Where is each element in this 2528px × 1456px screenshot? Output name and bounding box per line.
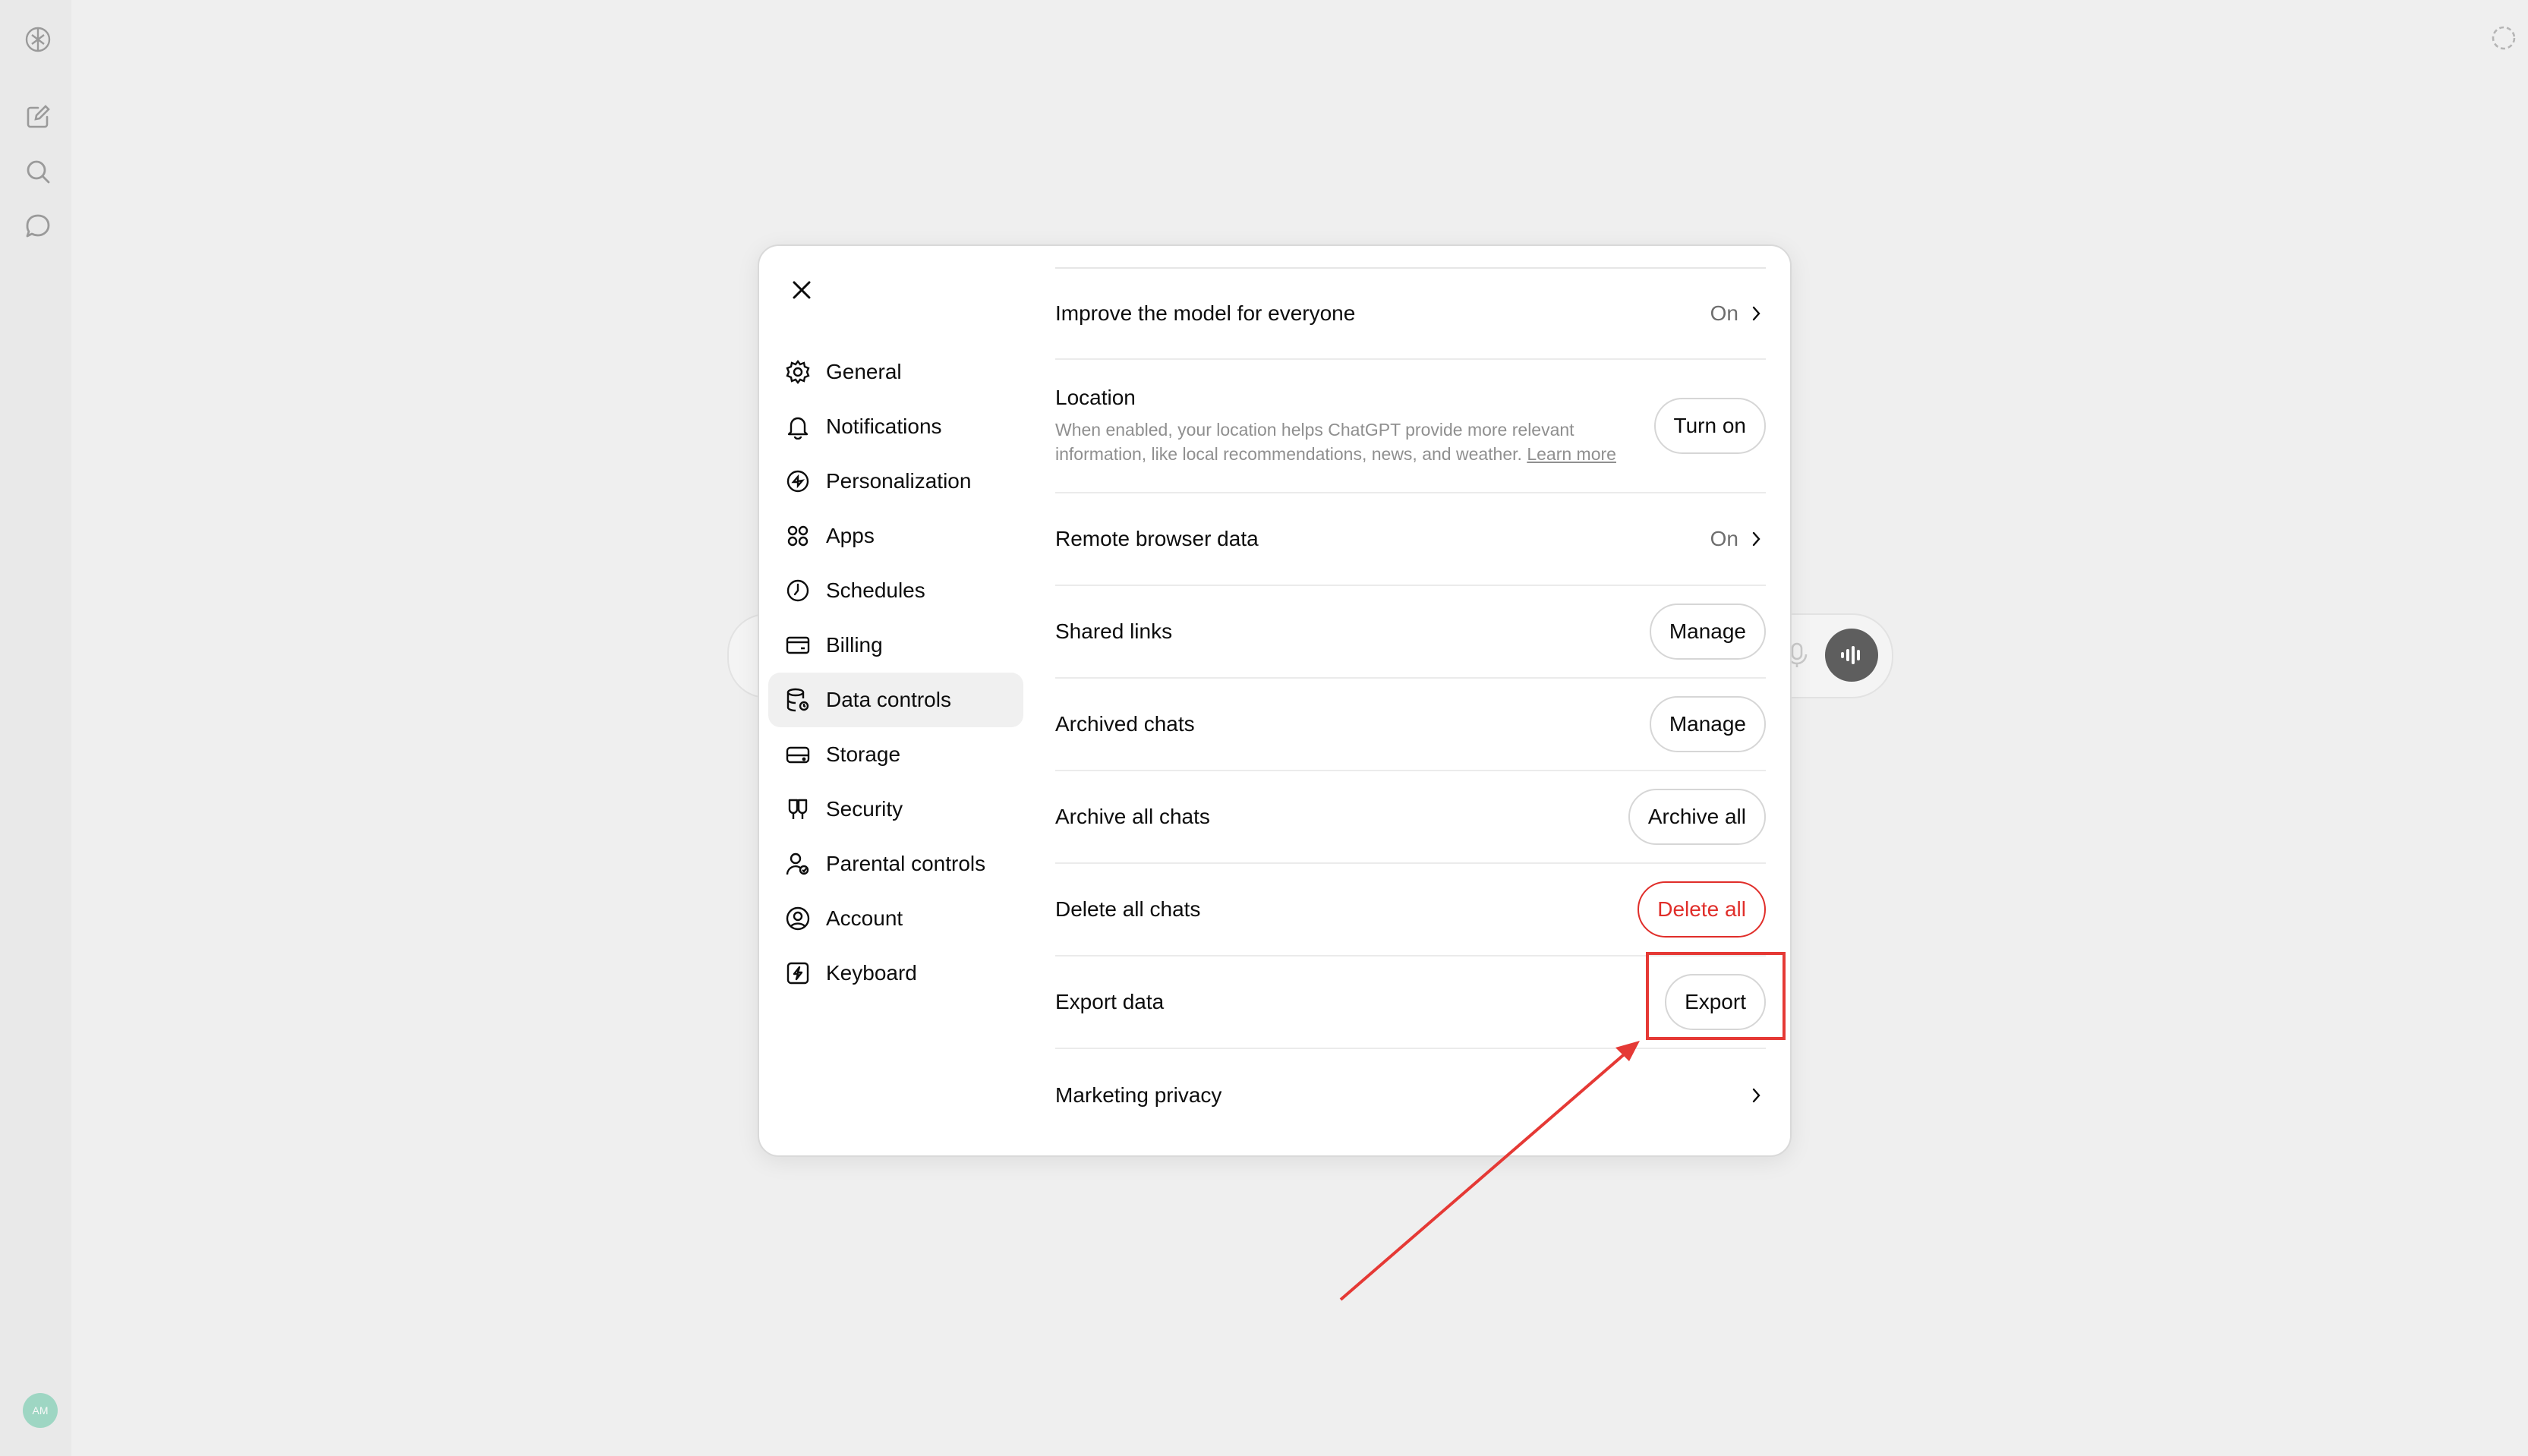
manage-shared-links-button[interactable]: Manage — [1649, 604, 1766, 660]
nav-item-account[interactable]: Account — [768, 891, 1023, 946]
voice-mode-button[interactable] — [1825, 629, 1878, 682]
nav-label: Personalization — [826, 469, 972, 493]
nav-label: Apps — [826, 524, 875, 547]
account-icon — [786, 906, 810, 931]
settings-nav: General Notifications Personalization Ap… — [768, 345, 1023, 1001]
setting-label: Remote browser data — [1055, 527, 1259, 550]
setting-label: Export data — [1055, 990, 1165, 1013]
setting-label: Archived chats — [1055, 712, 1195, 736]
marketing-privacy-link[interactable] — [1738, 1086, 1766, 1105]
parent-icon — [786, 852, 809, 875]
delete-all-button[interactable]: Delete all — [1638, 881, 1766, 938]
setting-label: Location — [1055, 386, 1136, 409]
nav-label: Storage — [826, 742, 901, 766]
setting-row-improve-model: Improve the model for everyone On — [1055, 269, 1766, 360]
personalization-icon — [786, 470, 809, 493]
close-button[interactable] — [786, 275, 817, 305]
apps-grid-icon — [787, 525, 809, 547]
annotation-highlight-box — [1646, 952, 1786, 1040]
nav-label: Notifications — [826, 414, 942, 438]
storage-icon — [786, 746, 810, 764]
nav-item-storage[interactable]: Storage — [768, 727, 1023, 782]
new-chat-icon[interactable] — [21, 100, 55, 134]
openai-logo-icon[interactable] — [21, 23, 55, 56]
setting-row-shared-links: Shared links Manage — [1055, 586, 1766, 679]
turn-on-location-button[interactable]: Turn on — [1653, 398, 1766, 454]
location-description-text: When enabled, your location helps ChatGP… — [1055, 420, 1574, 464]
card-icon — [786, 636, 810, 654]
setting-label: Shared links — [1055, 619, 1173, 643]
temporary-chat-icon[interactable] — [2489, 23, 2519, 53]
location-text: Location When enabled, your location hel… — [1055, 386, 1640, 466]
search-icon[interactable] — [21, 155, 55, 188]
nav-item-general[interactable]: General — [768, 345, 1023, 399]
avatar[interactable]: AM — [23, 1393, 58, 1428]
nav-label: Billing — [826, 633, 883, 657]
archive-all-button[interactable]: Archive all — [1628, 789, 1766, 845]
learn-more-link[interactable]: Learn more — [1527, 444, 1616, 464]
chat-bubble-icon[interactable] — [21, 210, 55, 243]
nav-item-personalization[interactable]: Personalization — [768, 454, 1023, 509]
nav-label: Security — [826, 797, 903, 821]
gear-icon — [786, 360, 810, 384]
remote-browser-link[interactable]: On — [1710, 527, 1766, 551]
setting-value: On — [1710, 301, 1738, 325]
nav-item-parental-controls[interactable]: Parental controls — [768, 837, 1023, 891]
setting-row-location: Location When enabled, your location hel… — [1055, 360, 1766, 493]
keyboard-icon — [786, 962, 809, 985]
nav-item-data-controls[interactable]: Data controls — [768, 673, 1023, 727]
nav-label: Schedules — [826, 578, 925, 602]
chevron-right-icon — [1752, 531, 1760, 547]
database-icon — [786, 688, 809, 712]
nav-item-billing[interactable]: Billing — [768, 618, 1023, 673]
nav-item-notifications[interactable]: Notifications — [768, 399, 1023, 454]
settings-modal: General Notifications Personalization Ap… — [758, 244, 1792, 1157]
nav-label: General — [826, 360, 902, 383]
setting-row-archive-all: Archive all chats Archive all — [1055, 771, 1766, 864]
location-description: When enabled, your location helps ChatGP… — [1055, 418, 1640, 466]
waveform-icon — [1841, 646, 1860, 664]
setting-row-archived-chats: Archived chats Manage — [1055, 679, 1766, 771]
setting-label: Improve the model for everyone — [1055, 301, 1356, 325]
nav-item-apps[interactable]: Apps — [768, 509, 1023, 563]
nav-item-security[interactable]: Security — [768, 782, 1023, 837]
left-rail: AM — [0, 0, 71, 1456]
nav-label: Keyboard — [826, 961, 917, 985]
close-icon — [793, 281, 811, 299]
setting-row-marketing-privacy[interactable]: Marketing privacy — [1055, 1049, 1766, 1142]
clock-icon — [786, 579, 809, 602]
nav-label: Account — [826, 906, 903, 930]
bell-icon — [787, 417, 809, 440]
setting-label: Archive all chats — [1055, 805, 1210, 828]
improve-model-toggle-link[interactable]: On — [1710, 301, 1766, 326]
chevron-right-icon — [1752, 306, 1760, 321]
security-icon — [788, 799, 808, 819]
nav-label: Data controls — [826, 688, 951, 711]
setting-label: Marketing privacy — [1055, 1083, 1222, 1107]
setting-row-remote-browser: Remote browser data On — [1055, 493, 1766, 586]
setting-value: On — [1710, 527, 1738, 550]
setting-label: Delete all chats — [1055, 897, 1201, 921]
manage-archived-chats-button[interactable]: Manage — [1649, 696, 1766, 752]
nav-item-schedules[interactable]: Schedules — [768, 563, 1023, 618]
setting-row-delete-all: Delete all chats Delete all — [1055, 864, 1766, 956]
chevron-right-icon — [1752, 1088, 1760, 1103]
nav-label: Parental controls — [826, 852, 986, 875]
nav-item-keyboard[interactable]: Keyboard — [768, 946, 1023, 1001]
